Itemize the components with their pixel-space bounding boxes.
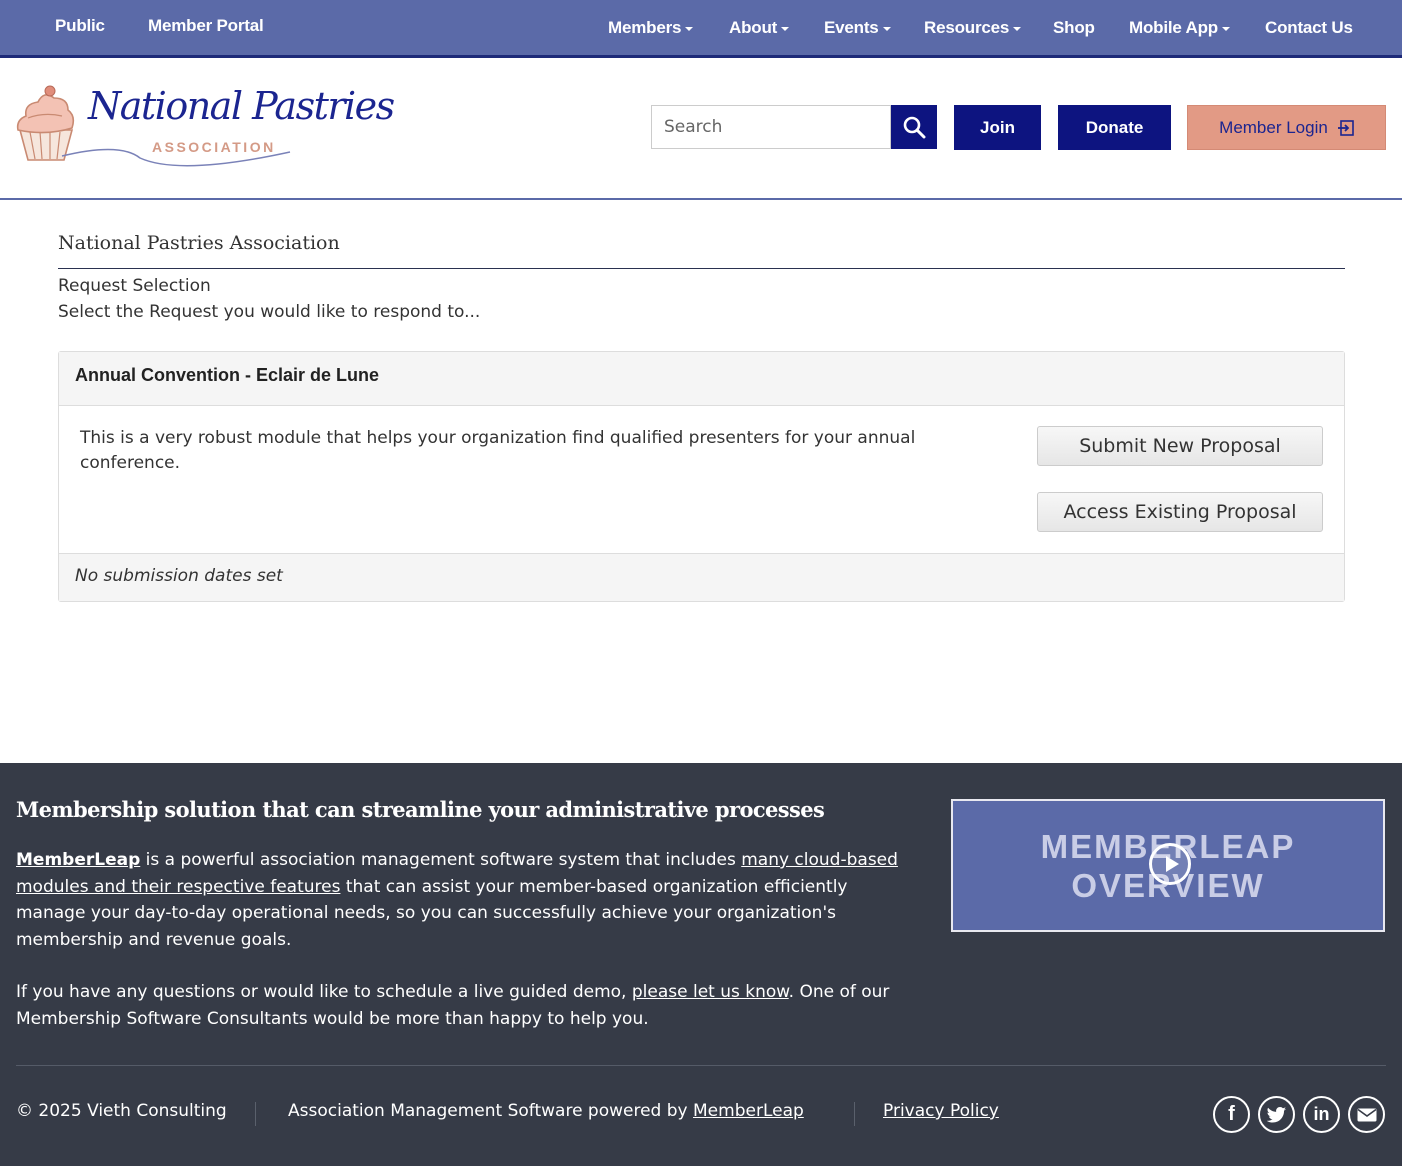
footer-separator — [854, 1102, 855, 1126]
nav-contact-us[interactable]: Contact Us — [1265, 18, 1353, 38]
logo-wordmark: National Pastries — [88, 84, 395, 128]
linkedin-icon[interactable]: in — [1303, 1096, 1340, 1133]
request-title: Annual Convention - Eclair de Lune — [75, 365, 380, 385]
powered-by-text: Association Management Software powered … — [288, 1101, 694, 1121]
donate-button[interactable]: Donate — [1058, 105, 1171, 150]
search-button[interactable] — [891, 105, 937, 149]
instructions-text: Select the Request you would like to res… — [58, 302, 481, 322]
footer-divider — [16, 1065, 1386, 1066]
title-divider — [58, 268, 1345, 269]
memberleap-link[interactable]: MemberLeap — [693, 1101, 804, 1121]
nav-about[interactable]: About — [729, 18, 790, 38]
email-icon[interactable] — [1348, 1096, 1385, 1133]
chevron-down-icon — [882, 26, 891, 31]
nav-members-label: Members — [608, 18, 682, 37]
request-panel: Annual Convention - Eclair de Lune This … — [58, 351, 1345, 602]
search-input[interactable] — [651, 105, 891, 149]
privacy-policy-link[interactable]: Privacy Policy — [883, 1101, 999, 1121]
site-header: National Pastries ASSOCIATION Join Donat… — [0, 58, 1402, 200]
nav-resources-label: Resources — [924, 18, 1010, 37]
public-link[interactable]: Public — [55, 16, 105, 36]
access-existing-proposal-button[interactable]: Access Existing Proposal — [1037, 492, 1323, 532]
nav-members[interactable]: Members — [608, 18, 694, 38]
request-panel-footer: No submission dates set — [59, 553, 1344, 601]
copyright-text: © 2025 Vieth Consulting — [16, 1101, 227, 1121]
privacy-policy-wrap: Privacy Policy — [883, 1101, 999, 1121]
nav-resources[interactable]: Resources — [924, 18, 1022, 38]
footer-contact-text-1: If you have any questions or would like … — [16, 982, 632, 1002]
site-footer: Membership solution that can streamline … — [0, 763, 1402, 1166]
nav-mobile-app[interactable]: Mobile App — [1129, 18, 1230, 38]
top-navigation-bar: Public Member Portal Members About Event… — [0, 0, 1402, 58]
twitter-icon[interactable] — [1258, 1096, 1295, 1133]
member-portal-link[interactable]: Member Portal — [148, 16, 264, 36]
nav-about-label: About — [729, 18, 778, 37]
chevron-down-icon — [1013, 26, 1022, 31]
footer-intro-text-1: is a powerful association management sof… — [140, 850, 742, 870]
chevron-down-icon — [781, 26, 790, 31]
nav-shop[interactable]: Shop — [1053, 18, 1095, 38]
section-label: Request Selection — [58, 276, 211, 296]
member-login-label: Member Login — [1219, 117, 1328, 137]
nav-mobile-app-label: Mobile App — [1129, 18, 1218, 37]
footer-paragraph-intro: MemberLeap is a powerful association man… — [16, 847, 916, 953]
footer-heading: Membership solution that can streamline … — [16, 797, 825, 822]
member-login-button[interactable]: Member Login — [1187, 105, 1386, 150]
nav-events[interactable]: Events — [824, 18, 891, 38]
request-description: This is a very robust module that helps … — [80, 428, 916, 473]
login-icon — [1337, 119, 1354, 136]
join-button[interactable]: Join — [954, 105, 1041, 150]
chevron-down-icon — [685, 26, 694, 31]
request-panel-header: Annual Convention - Eclair de Lune — [59, 352, 1344, 406]
play-icon[interactable] — [1149, 843, 1191, 885]
footer-paragraph-contact: If you have any questions or would like … — [16, 979, 916, 1032]
please-let-us-know-link[interactable]: please let us know — [632, 982, 789, 1002]
memberleap-brand-link[interactable]: MemberLeap — [16, 850, 140, 870]
footer-separator — [255, 1102, 256, 1126]
memberleap-overview-video[interactable]: MEMBERLEAP OVERVIEW — [951, 799, 1385, 932]
twitter-bird-glyph — [1266, 1106, 1286, 1122]
submission-dates-note: No submission dates set — [75, 566, 283, 586]
submit-new-proposal-button[interactable]: Submit New Proposal — [1037, 426, 1323, 466]
search-icon — [903, 116, 926, 139]
nav-events-label: Events — [824, 18, 879, 37]
chevron-down-icon — [1221, 26, 1230, 31]
facebook-icon[interactable]: f — [1213, 1096, 1250, 1133]
powered-by: Association Management Software powered … — [288, 1101, 804, 1121]
page-title: National Pastries Association — [58, 232, 340, 254]
logo-swoosh — [61, 148, 291, 167]
envelope-glyph — [1357, 1108, 1376, 1121]
